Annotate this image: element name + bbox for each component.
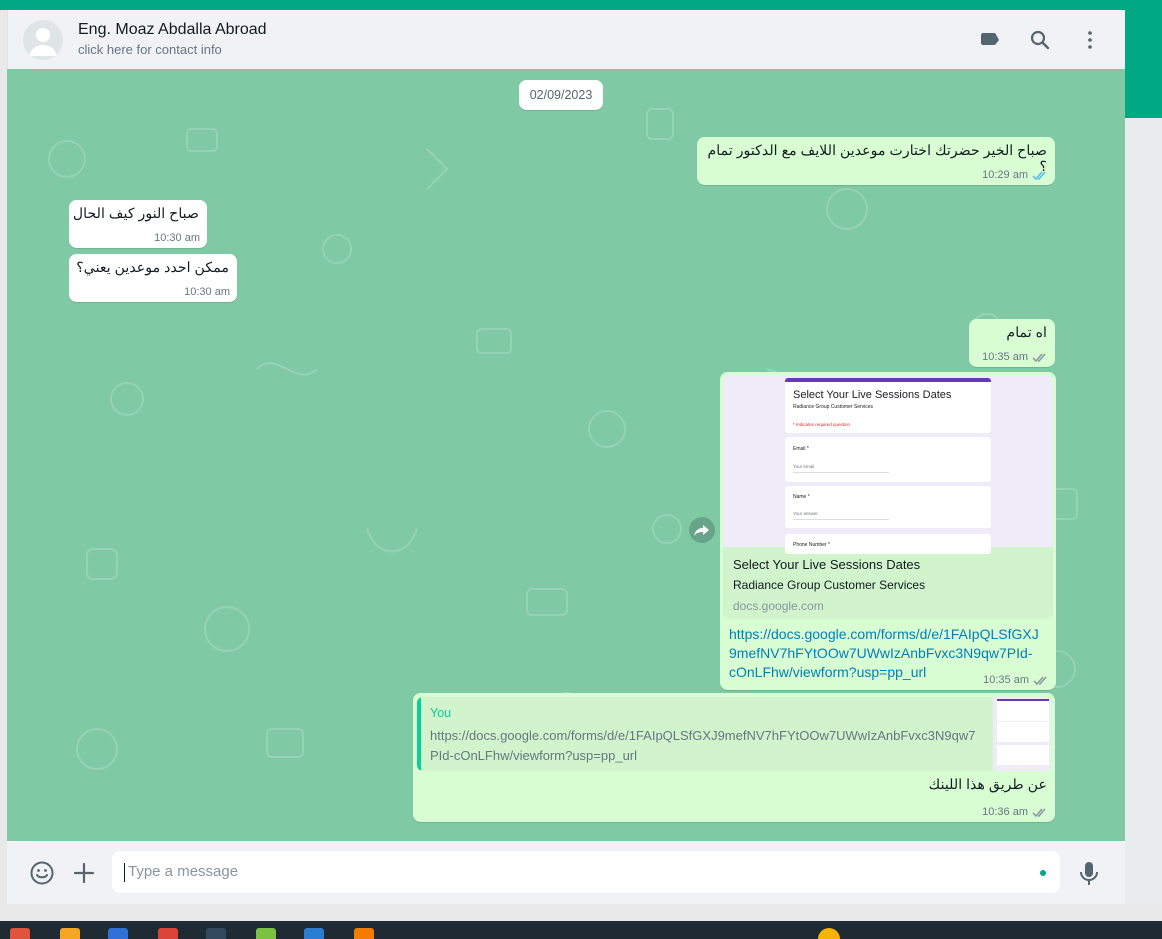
- quote-text: https://docs.google.com/forms/d/e/1FAIpQ…: [430, 726, 976, 766]
- forward-icon[interactable]: [689, 517, 715, 543]
- contact-name[interactable]: Eng. Moaz Abdalla Abroad: [78, 21, 267, 39]
- contact-subtitle[interactable]: click here for contact info: [78, 42, 222, 57]
- form-field-email: Email * Your email: [785, 437, 991, 482]
- form-field-placeholder: Your answer: [793, 511, 889, 520]
- composer-bar: Type a message: [7, 841, 1125, 904]
- link-preview-title: Select Your Live Sessions Dates: [733, 557, 921, 572]
- app-icon[interactable]: [206, 928, 226, 939]
- quoted-message[interactable]: You https://docs.google.com/forms/d/e/1F…: [417, 697, 1051, 771]
- form-field-label: Email *: [793, 446, 809, 452]
- link-line[interactable]: cOnLFhw/viewform?usp=pp_url: [729, 664, 926, 680]
- delivered-receipt-icon: [1032, 353, 1046, 362]
- message-meta: 10:36 am: [982, 806, 1048, 818]
- microphone-icon[interactable]: [1076, 859, 1102, 887]
- form-required-note: * Indicates required question: [793, 422, 851, 427]
- form-field-placeholder: Your email: [793, 464, 889, 473]
- form-org: Radiance Group Customer Services: [793, 404, 874, 410]
- status-dot-icon: [1040, 870, 1046, 876]
- window-top-accent: [0, 0, 1162, 10]
- app-icon[interactable]: [354, 928, 374, 939]
- message-meta: 10:29 am: [982, 169, 1048, 181]
- default-avatar-icon: [29, 28, 57, 56]
- quote-text-line: PId-cOnLFhw/viewform?usp=pp_url: [430, 748, 638, 763]
- side-accent: [1125, 10, 1162, 118]
- message-link-preview[interactable]: Select Your Live Sessions Dates Radiance…: [720, 372, 1056, 690]
- app-icon[interactable]: [60, 928, 80, 939]
- form-header-card: Select Your Live Sessions Dates Radiance…: [785, 378, 991, 433]
- form-title: Select Your Live Sessions Dates: [793, 389, 952, 401]
- message-time: 10:35 am: [983, 674, 1029, 686]
- message-outgoing[interactable]: اه تمام 10:35 am: [969, 319, 1055, 367]
- emoji-icon[interactable]: [29, 860, 55, 886]
- whatsapp-chat-window: Eng. Moaz Abdalla Abroad click here for …: [7, 10, 1125, 904]
- form-thumbnail: Select Your Live Sessions Dates Radiance…: [723, 375, 1053, 554]
- text-caret: [124, 863, 125, 882]
- message-meta: 10:35 am: [982, 351, 1048, 363]
- quote-author: You: [430, 706, 452, 720]
- search-icon[interactable]: [1028, 28, 1052, 52]
- quote-text-line: https://docs.google.com/forms/d/e/1FAIpQ…: [430, 728, 976, 743]
- label-icon[interactable]: [978, 28, 1002, 52]
- message-incoming[interactable]: صباح النور كيف الحال 10:30 am: [69, 200, 207, 248]
- avatar[interactable]: [23, 20, 63, 60]
- message-meta: 10:30 am: [154, 232, 200, 244]
- message-time: 10:30 am: [184, 286, 230, 298]
- link-line[interactable]: 9mefNV7hFYtOOw7UWwIzAnbFvxc3N9qw7PId-: [729, 645, 1032, 661]
- side-pane: [1125, 118, 1162, 904]
- message-meta: 10:30 am: [184, 286, 230, 298]
- browser-icon[interactable]: [10, 928, 30, 939]
- chat-header[interactable]: Eng. Moaz Abdalla Abroad click here for …: [7, 10, 1125, 69]
- link-preview-domain: docs.google.com: [733, 599, 824, 613]
- link-line[interactable]: https://docs.google.com/forms/d/e/1FAIpQ…: [729, 626, 1039, 642]
- delivered-receipt-icon: [1033, 676, 1047, 685]
- message-time: 10:36 am: [982, 806, 1028, 818]
- message-text: اه تمام: [1006, 325, 1047, 341]
- message-time: 10:35 am: [982, 351, 1028, 363]
- quote-thumbnail: [993, 697, 1051, 771]
- form-field-label: Phone Number *: [793, 542, 830, 548]
- message-text: صباح النور كيف الحال: [72, 206, 199, 222]
- app-icon[interactable]: [304, 928, 324, 939]
- message-text: ممكن احدد موعدين يعني؟: [76, 260, 229, 276]
- app-icon[interactable]: [108, 928, 128, 939]
- app-icon[interactable]: [256, 928, 276, 939]
- menu-icon[interactable]: [1078, 28, 1102, 52]
- message-input-placeholder: Type a message: [128, 863, 239, 880]
- message-outgoing[interactable]: صباح الخير حضرتك اختارت موعدين اللايف مع…: [697, 137, 1055, 185]
- quote-bar: [417, 697, 421, 771]
- message-text: عن طريق هذا اللينك: [928, 777, 1047, 793]
- form-field-phone: Phone Number *: [785, 534, 991, 554]
- message-meta: 10:35 am: [983, 674, 1049, 686]
- link-preview-description: Radiance Group Customer Services: [733, 578, 926, 592]
- message-time: 10:30 am: [154, 232, 200, 244]
- message-incoming[interactable]: ممكن احدد موعدين يعني؟ 10:30 am: [69, 254, 237, 302]
- message-list[interactable]: 02/09/2023 صباح الخير حضرتك اختارت موعدي…: [7, 69, 1125, 841]
- date-chip: 02/09/2023: [519, 80, 603, 110]
- delivered-receipt-icon: [1032, 808, 1046, 817]
- message-reply[interactable]: You https://docs.google.com/forms/d/e/1F…: [413, 693, 1055, 822]
- message-time: 10:29 am: [982, 169, 1028, 181]
- form-field-name: Name * Your answer: [785, 486, 991, 528]
- link-preview-card[interactable]: Select Your Live Sessions Dates Radiance…: [723, 375, 1053, 619]
- attach-plus-icon[interactable]: [71, 860, 97, 886]
- form-field-label: Name *: [793, 494, 810, 500]
- message-input[interactable]: Type a message: [112, 851, 1060, 893]
- read-receipt-icon: [1032, 171, 1046, 180]
- chrome-icon[interactable]: [158, 928, 178, 939]
